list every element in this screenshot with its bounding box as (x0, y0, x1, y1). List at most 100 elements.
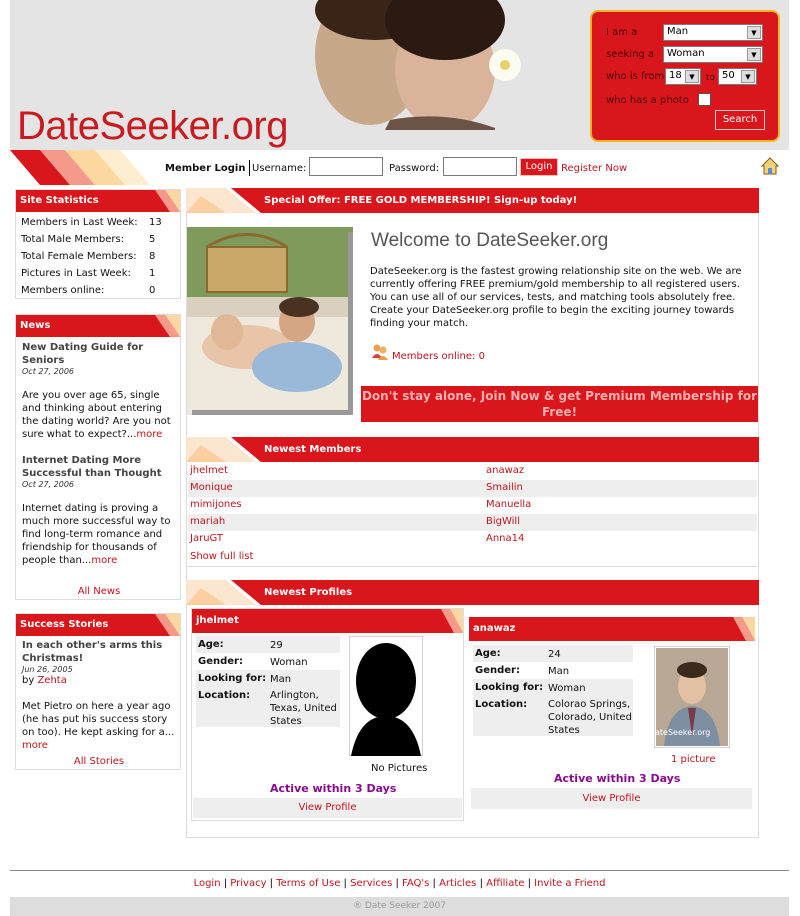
copyright-text: ® Date Seeker 2007 (10, 897, 789, 916)
chevron-down-icon: ▼ (747, 26, 761, 39)
join-now-banner[interactable]: Don't stay alone, Join Now & get Premium… (361, 386, 758, 422)
member-link[interactable]: mimijones (190, 499, 242, 510)
profile-name[interactable]: jhelmet (192, 609, 463, 633)
footer-articles-link[interactable]: Articles (439, 878, 476, 889)
news-more-link[interactable]: more (136, 429, 162, 440)
stat-label: Members online: (21, 285, 105, 296)
username-input[interactable] (309, 157, 383, 176)
member-link[interactable]: Smailin (486, 482, 523, 493)
footer-links: Login | Privacy | Terms of Use | Service… (10, 871, 789, 897)
member-login-label: Member Login (165, 163, 246, 174)
username-label: Username: (252, 163, 307, 174)
decorative-stripes (155, 315, 180, 337)
special-offer-text: Special Offer: FREE GOLD MEMBERSHIP! Sig… (264, 195, 578, 206)
stat-label: Total Female Members: (21, 251, 137, 262)
story-date: Jun 26, 2005 (22, 665, 73, 674)
news-item-title[interactable]: Internet Dating More Successful than Tho… (22, 454, 178, 480)
success-stories-box: Success Stories In each other's arms thi… (15, 613, 181, 770)
stat-value: 1 (149, 268, 156, 279)
decorative-swash (186, 580, 261, 605)
member-link[interactable]: Anna14 (486, 533, 524, 544)
newest-members-title: Newest Members (264, 444, 362, 455)
all-stories-link[interactable]: All Stories (16, 756, 182, 767)
view-profile-link[interactable]: View Profile (471, 793, 752, 804)
chevron-down-icon: ▼ (747, 48, 761, 61)
gender-value: Man (548, 666, 570, 677)
member-link[interactable]: jhelmet (190, 465, 228, 476)
site-logo[interactable]: DateSeeker.org (17, 104, 288, 149)
footer-services-link[interactable]: Services (350, 878, 392, 889)
news-item-date: Oct 27, 2006 (22, 367, 74, 376)
special-offer-banner[interactable]: Special Offer: FREE GOLD MEMBERSHIP! Sig… (186, 188, 759, 213)
member-row: mariah BigWill (188, 514, 757, 531)
member-link[interactable]: JaruGT (190, 533, 223, 544)
register-link[interactable]: Register Now (561, 163, 627, 174)
member-link[interactable]: anawaz (486, 465, 524, 476)
has-photo-checkbox[interactable] (698, 93, 711, 106)
seeking-select[interactable]: Woman ▼ (663, 46, 763, 63)
profile-name[interactable]: anawaz (469, 617, 755, 641)
newest-profiles-title: Newest Profiles (264, 587, 353, 598)
login-button[interactable]: Login (520, 158, 558, 176)
site-statistics-title: Site Statistics (16, 190, 180, 212)
decorative-swash (186, 188, 261, 213)
decorative-stripes (155, 614, 180, 636)
member-link[interactable]: mariah (190, 516, 225, 527)
i-am-select[interactable]: Man ▼ (663, 24, 763, 41)
location-label: Location: (475, 699, 528, 710)
stat-label: Pictures in Last Week: (21, 268, 131, 279)
age-value: 24 (548, 649, 561, 660)
looking-for-value: Man (270, 674, 292, 685)
password-label: Password: (389, 163, 440, 174)
footer-terms-link[interactable]: Terms of Use (276, 878, 340, 889)
location-value: Colorao Springs, Colorado, United States (548, 699, 632, 736)
home-icon[interactable] (761, 157, 779, 175)
age-label: Age: (475, 648, 501, 659)
search-button[interactable]: Search (715, 110, 765, 130)
stat-label: Total Male Members: (21, 234, 125, 245)
member-link[interactable]: Manuella (486, 499, 531, 510)
members-online-icon (372, 344, 388, 360)
footer-affiliate-link[interactable]: Affiliate (486, 878, 524, 889)
gender-label: Gender: (198, 656, 243, 667)
divider (249, 160, 250, 176)
footer-privacy-link[interactable]: Privacy (230, 878, 266, 889)
site-statistics-box: Site Statistics Members in Last Week: 13 … (15, 189, 181, 299)
news-more-link[interactable]: more (91, 555, 117, 566)
view-profile-link[interactable]: View Profile (193, 802, 462, 813)
stat-value: 5 (149, 234, 156, 245)
news-box: News New Dating Guide for Seniors Oct 27… (15, 314, 181, 600)
location-value: Arlington, Texas, United States (270, 690, 337, 727)
news-item-title[interactable]: New Dating Guide for Seniors (22, 341, 178, 367)
members-online-link[interactable]: Members online: 0 (392, 351, 485, 362)
footer-faq-link[interactable]: FAQ's (402, 878, 429, 889)
story-author-link[interactable]: Zehta (37, 675, 66, 686)
news-item-date: Oct 27, 2006 (22, 480, 74, 489)
age-to-select[interactable]: 50 ▼ (718, 68, 757, 85)
member-link[interactable]: BigWill (486, 516, 520, 527)
gender-value: Woman (270, 657, 308, 668)
age-from-select[interactable]: 18 ▼ (665, 68, 701, 85)
member-link[interactable]: Monique (190, 482, 233, 493)
photo-filter-label: who has a photo (606, 95, 689, 106)
footer-invite-link[interactable]: Invite a Friend (534, 878, 605, 889)
active-status: Active within 3 Days (554, 772, 681, 785)
no-photo-silhouette[interactable] (349, 636, 423, 756)
success-stories-title: Success Stories (16, 614, 180, 636)
show-full-list-link[interactable]: Show full list (190, 551, 253, 562)
member-row: JaruGT Anna14 (188, 531, 757, 548)
story-title[interactable]: In each other's arms this Christmas! (22, 639, 178, 665)
age-value: 29 (270, 640, 283, 651)
decorative-stripes (733, 617, 755, 641)
picture-count-link[interactable]: 1 picture (671, 754, 715, 765)
age-from-label: who is from (606, 71, 665, 82)
password-input[interactable] (443, 157, 517, 176)
age-to-label: to (706, 73, 716, 83)
age-label: Age: (198, 639, 224, 650)
story-more-link[interactable]: more (22, 740, 48, 751)
footer-login-link[interactable]: Login (194, 878, 221, 889)
active-status: Active within 3 Days (270, 782, 397, 795)
no-pictures-text: No Pictures (371, 763, 428, 774)
all-news-link[interactable]: All News (16, 586, 182, 597)
decorative-swash (186, 437, 261, 462)
